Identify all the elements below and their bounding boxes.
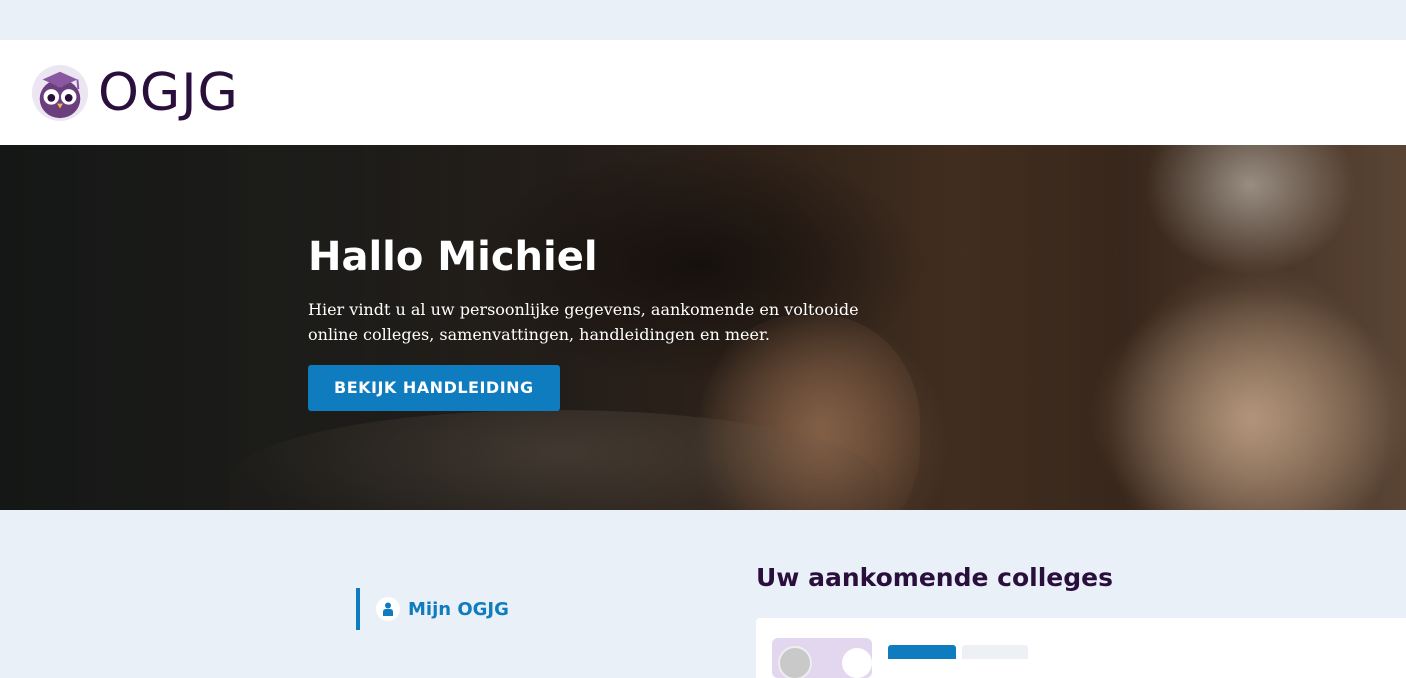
lecture-card[interactable] <box>756 618 1406 678</box>
lecture-tag <box>888 645 956 659</box>
hero-banner: Hallo Michiel Hier vindt u al uw persoon… <box>0 145 1406 510</box>
site-header: OGJG <box>0 40 1406 145</box>
sidebar-item-label: Mijn OGJG <box>408 598 509 620</box>
user-icon <box>376 597 400 621</box>
speaker-avatar <box>778 646 812 678</box>
speaker-avatar <box>842 648 872 678</box>
lecture-thumbnail <box>772 638 872 678</box>
owl-graduation-cap-icon <box>31 64 89 122</box>
top-strip <box>0 0 1406 40</box>
sidebar-item-mijn-ogjg[interactable]: Mijn OGJG <box>356 588 509 630</box>
lecture-tag <box>962 645 1028 659</box>
view-manual-button[interactable]: BEKIJK HANDLEIDING <box>308 365 560 411</box>
hero-greeting: Hallo Michiel <box>308 234 598 280</box>
logo-link[interactable]: OGJG <box>31 63 239 123</box>
upcoming-lectures-title: Uw aankomende colleges <box>756 563 1113 592</box>
brand-name: OGJG <box>98 63 239 123</box>
hero-intro-text: Hier vindt u al uw persoonlijke gegevens… <box>308 300 859 344</box>
hero-content: Hallo Michiel Hier vindt u al uw persoon… <box>308 235 928 411</box>
